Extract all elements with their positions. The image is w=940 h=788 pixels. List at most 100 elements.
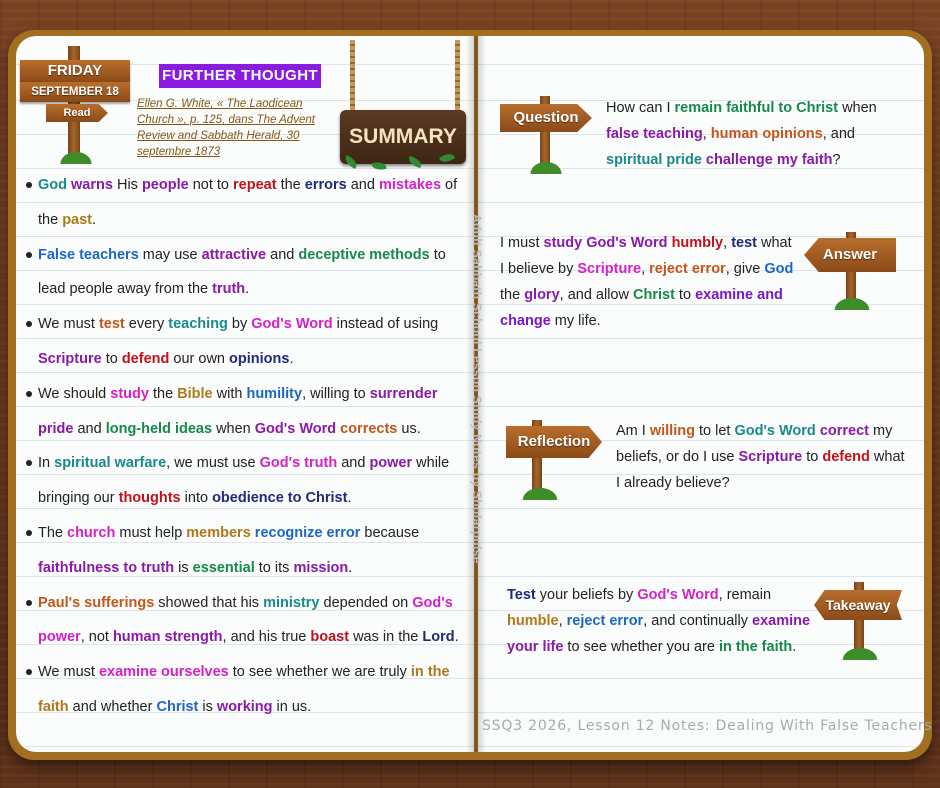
text-run: . xyxy=(792,639,797,655)
text-run: instead of using xyxy=(332,316,439,333)
highlighted-term: God's Word xyxy=(734,423,816,439)
highlighted-term: Scripture xyxy=(738,449,803,465)
highlighted-term: members xyxy=(186,524,251,541)
text-run: not to xyxy=(188,177,234,193)
summary-bullet: We must test every teaching by God's Wor… xyxy=(24,307,464,377)
highlighted-term: willing xyxy=(649,423,695,439)
text-run: was in the xyxy=(349,629,423,646)
highlighted-term: reject error xyxy=(649,261,726,277)
text-run: ? xyxy=(832,152,841,168)
summary-bullet-list: God warns His people not to repeat the e… xyxy=(24,168,464,725)
highlighted-term: people xyxy=(141,177,189,193)
highlighted-term: challenge my faith xyxy=(705,152,833,168)
text-run: because xyxy=(360,524,420,541)
highlighted-term: truth xyxy=(212,281,246,298)
text-run: , give xyxy=(725,261,765,277)
highlighted-term: Bible xyxy=(177,385,213,402)
highlighted-term: faithfulness to truth xyxy=(38,559,175,576)
text-run: showed that his xyxy=(154,594,264,611)
text-run: into xyxy=(180,490,213,507)
text-run: His xyxy=(112,177,142,193)
highlighted-term: power xyxy=(369,455,413,472)
highlighted-term: working xyxy=(216,698,273,715)
text-run: How can I xyxy=(606,100,675,116)
highlighted-term: spiritual warfare xyxy=(54,455,167,472)
text-run: , xyxy=(558,613,567,629)
text-run: and xyxy=(73,420,106,437)
highlighted-term: surrender xyxy=(369,385,438,402)
highlighted-term: church xyxy=(67,524,116,541)
text-run: when xyxy=(212,420,255,437)
question-signpost: Question xyxy=(500,96,596,176)
text-run: , not xyxy=(80,629,113,646)
highlighted-term: reject error xyxy=(566,613,644,629)
footer-lesson-title: SSQ3 2026, Lesson 12 Notes: Dealing With… xyxy=(482,718,933,734)
text-run: , and continually xyxy=(643,613,753,629)
text-run: , and his true xyxy=(222,629,311,646)
highlighted-term: repeat xyxy=(233,177,277,193)
highlighted-term: opinions xyxy=(229,350,290,367)
summary-bullet: We must examine ourselves to see whether… xyxy=(24,655,464,725)
highlighted-term: God's Word xyxy=(254,420,337,437)
highlighted-term: human strength xyxy=(112,629,223,646)
highlighted-term: test xyxy=(731,235,757,251)
highlighted-term: teaching xyxy=(168,316,228,333)
highlighted-term: Scripture xyxy=(577,261,642,277)
text-run: to xyxy=(674,287,696,303)
text-run: . xyxy=(454,629,459,646)
highlighted-term: human opinions xyxy=(710,126,823,142)
text-run: my life. xyxy=(550,313,601,329)
highlighted-term: errors xyxy=(304,177,347,193)
text-run: must help xyxy=(115,524,187,541)
highlighted-term: glory xyxy=(524,287,560,303)
highlighted-term: ministry xyxy=(263,594,320,611)
highlighted-term: study God's Word xyxy=(543,235,668,251)
reflection-signpost: Reflection xyxy=(506,420,606,500)
highlighted-term: defend xyxy=(822,449,870,465)
highlighted-term: God's Word xyxy=(637,587,719,603)
text-run: and xyxy=(266,246,299,263)
text-run: . xyxy=(92,211,97,228)
text-run: to see whether we are truly xyxy=(228,664,411,681)
summary-bullet: In spiritual warfare, we must use God's … xyxy=(24,446,464,516)
highlighted-term: past xyxy=(62,211,93,228)
text-run: is xyxy=(198,698,217,715)
text-run: , xyxy=(702,126,711,142)
text-run: . xyxy=(245,281,250,298)
text-run: depended on xyxy=(319,594,413,611)
summary-rope-left xyxy=(350,40,355,112)
highlighted-term: long-held ideas xyxy=(105,420,213,437)
day-sign: FRIDAY xyxy=(20,60,130,82)
text-run: with xyxy=(212,385,247,402)
highlighted-term: God's truth xyxy=(259,455,338,472)
text-run: , xyxy=(641,261,650,277)
further-thought-label: FURTHER THOUGHT xyxy=(159,64,321,88)
citation-link[interactable]: Ellen G. White, « The Laodicean Church »… xyxy=(137,96,337,160)
highlighted-term: humble xyxy=(507,613,559,629)
text-run: the xyxy=(276,177,305,193)
text-run: to let xyxy=(694,423,735,439)
text-run: , we must use xyxy=(166,455,260,472)
text-run: to its xyxy=(254,559,294,576)
text-run: when xyxy=(838,100,877,116)
text-run: , willing to xyxy=(302,385,370,402)
highlighted-term: examine ourselves xyxy=(98,664,229,681)
text-run: and whether xyxy=(68,698,157,715)
highlighted-term: God xyxy=(764,261,794,277)
summary-bullet: Paul's sufferings showed that his minist… xyxy=(24,586,464,656)
text-run: to see whether you are xyxy=(563,639,719,655)
text-run: our own xyxy=(169,350,230,367)
friday-signpost: FRIDAY SEPTEMBER 18 Read xyxy=(18,46,134,166)
question-text: How can I remain faithful to Christ when… xyxy=(606,95,906,173)
text-run: the xyxy=(500,287,525,303)
text-run: . xyxy=(348,559,353,576)
text-run: We should xyxy=(38,385,111,402)
highlighted-term: boast xyxy=(310,629,350,646)
highlighted-term: Test xyxy=(507,587,536,603)
text-run: Am I xyxy=(616,423,650,439)
answer-sign: Answer xyxy=(804,238,896,272)
highlighted-term: pride xyxy=(38,420,74,437)
text-run: may use xyxy=(138,246,202,263)
highlighted-term: thoughts xyxy=(118,490,181,507)
takeaway-sign: Takeaway xyxy=(814,590,902,620)
